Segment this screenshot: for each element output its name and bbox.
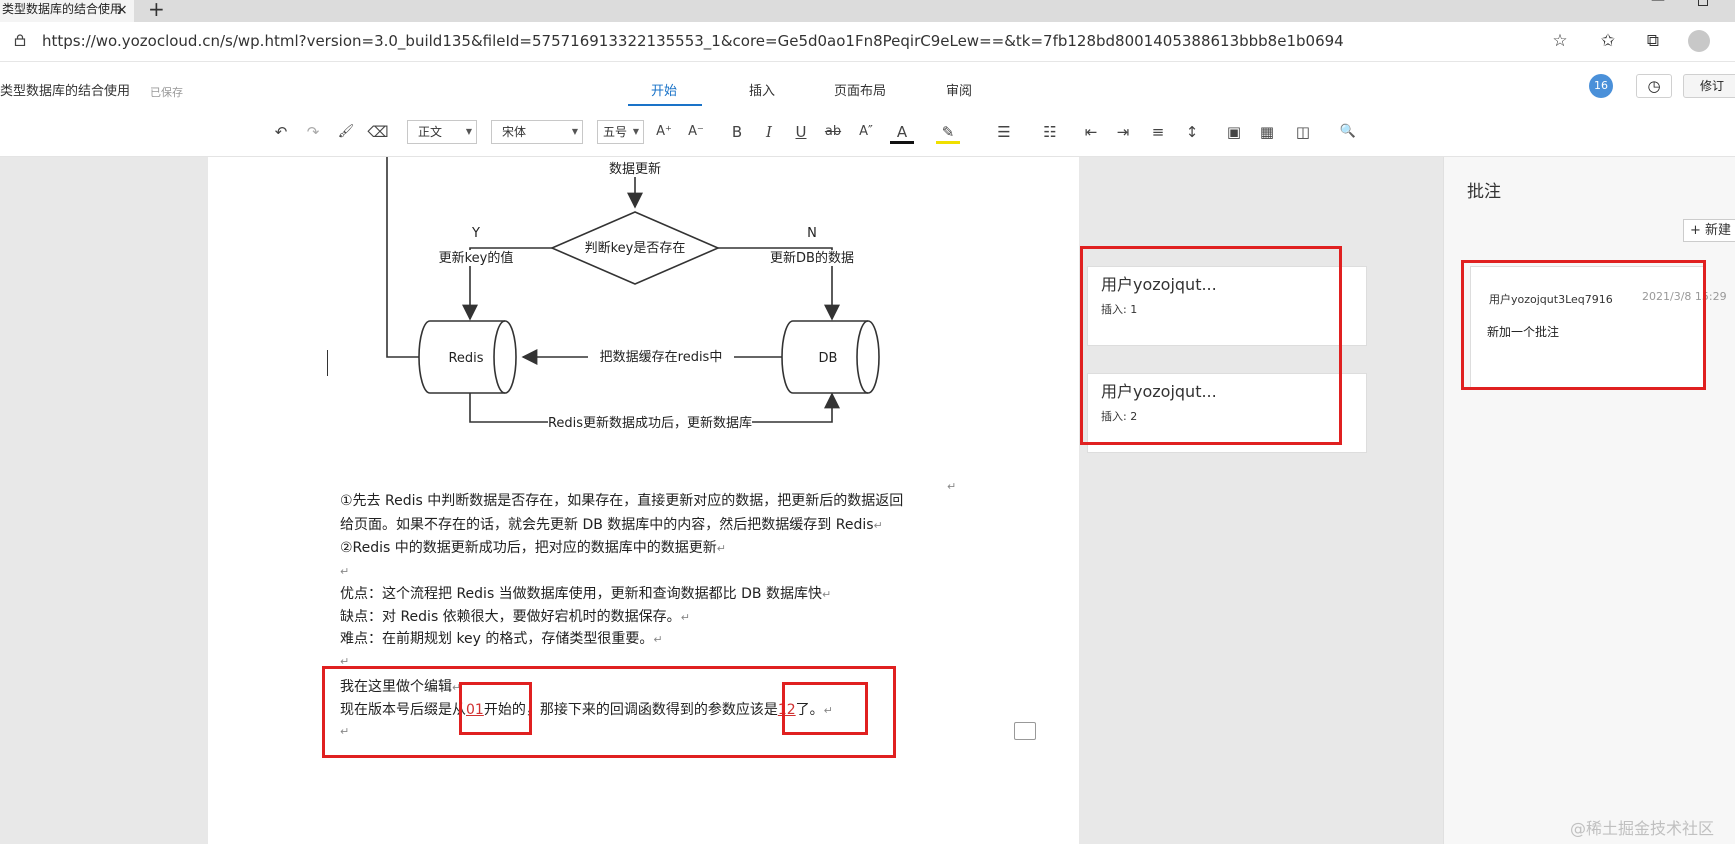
minimize-icon[interactable]: — (1651, 0, 1665, 8)
paragraph-2[interactable]: ②Redis 中的数据更新成功后，把对应的数据库中的数据更新↵ (340, 538, 726, 559)
flowchart-diagram: 数据更新 判断key是否存在 Y 更新key的值 N 更新DB的数据 Redis… (386, 157, 880, 431)
font-color-icon[interactable]: A (890, 120, 914, 144)
outdent-icon[interactable]: ⇤ (1080, 120, 1102, 144)
undo-icon[interactable]: ↶ (270, 120, 292, 144)
annotation-box-insert-1 (459, 682, 532, 735)
strikethrough-icon[interactable]: ab (821, 120, 845, 144)
clear-format-icon[interactable]: ⌫ (367, 120, 389, 144)
paragraph-mark: ↵ (680, 611, 690, 624)
paragraph-text: 缺点：对 Redis 依赖很大，要做好宕机时的数据保存。 (340, 609, 681, 625)
chevron-down-icon: ▼ (465, 127, 472, 136)
annotation-box-revisions (1080, 246, 1342, 445)
paragraph-text: 难点：在前期规划 key 的格式，存储类型很重要。 (340, 631, 654, 647)
chevron-down-icon: ▼ (632, 127, 639, 136)
shrink-font-icon[interactable]: A⁻ (684, 120, 708, 144)
url-text[interactable]: https://wo.yozocloud.cn/s/wp.html?versio… (42, 31, 1344, 51)
save-status: 已保存 (150, 86, 183, 99)
clock-icon: ◷ (1647, 77, 1661, 95)
label-no-action: 更新DB的数据 (770, 250, 854, 266)
line-spacing-icon[interactable]: ↕ (1180, 120, 1204, 144)
new-comment-button[interactable]: + 新建 (1683, 219, 1735, 242)
annotation-box-insert-2 (782, 682, 868, 735)
label-after-update: Redis更新数据成功后，更新数据库 (548, 415, 752, 431)
redo-icon[interactable]: ↷ (302, 120, 324, 144)
grow-font-icon[interactable]: A⁺ (652, 120, 676, 144)
bold-icon[interactable]: B (727, 120, 747, 144)
highlight-icon[interactable]: ✎ (936, 120, 960, 144)
favorites-icon[interactable]: ✩ (1597, 30, 1619, 52)
paragraph-text: 优点：这个流程把 Redis 当做数据库使用，更新和查询数据都比 DB 数据库快 (340, 586, 822, 602)
format-painter-icon[interactable]: 🖌 (335, 120, 357, 144)
paragraph-mark: ↵ (340, 565, 350, 578)
comments-panel-title: 批注 (1467, 182, 1501, 202)
chevron-down-icon: ▼ (571, 127, 578, 136)
new-tab-button[interactable]: + (148, 0, 165, 21)
paragraph-mark: ↵ (947, 480, 957, 493)
paragraph-mark: ↵ (716, 542, 727, 555)
label-cache: 把数据缓存在redis中 (600, 350, 723, 365)
profile-icon[interactable] (1688, 30, 1710, 52)
annotation-box-comment (1461, 260, 1706, 390)
document-title[interactable]: 类型数据库的结合使用 (0, 80, 130, 99)
paragraph-text: ②Redis 中的数据更新成功后，把对应的数据库中的数据更新 (340, 540, 717, 556)
paragraph-mark: ↵ (653, 633, 663, 646)
font-select[interactable]: 宋体 ▼ (491, 120, 583, 144)
label-update: 数据更新 (609, 161, 661, 177)
browser-tab-bar (0, 0, 1735, 22)
star-add-icon[interactable]: ☆ (1549, 30, 1571, 52)
paragraph-cons[interactable]: 缺点：对 Redis 依赖很大，要做好宕机时的数据保存。↵ (340, 607, 690, 628)
paragraph-mark: ↵ (873, 519, 883, 532)
watermark: @稀土掘金技术社区 (1570, 819, 1715, 838)
paragraph-pros[interactable]: 优点：这个流程把 Redis 当做数据库使用，更新和查询数据都比 DB 数据库快… (340, 584, 831, 605)
history-button[interactable]: ◷ (1636, 74, 1672, 98)
style-value: 正文 (418, 125, 443, 139)
paragraph-text: 给页面。如果不存在的话，就会先更新 DB 数据库中的内容，然后把数据缓存到 Re… (340, 517, 874, 533)
tab-review[interactable]: 审阅 (946, 80, 972, 99)
active-tab-indicator (628, 104, 702, 106)
revise-button[interactable]: 修订 (1683, 74, 1735, 98)
label-decision: 判断key是否存在 (585, 241, 686, 256)
browser-tab[interactable]: 类型数据库的结合使用 (0, 0, 134, 22)
size-select[interactable]: 五号 ▼ (597, 120, 644, 144)
label-yes-action: 更新key的值 (439, 250, 514, 266)
style-select[interactable]: 正文 ▼ (407, 120, 477, 144)
close-tab-icon[interactable]: × (116, 1, 128, 19)
text-cursor (327, 350, 328, 376)
tab-title: 类型数据库的结合使用 (2, 2, 123, 16)
maximize-icon[interactable] (1698, 0, 1708, 6)
label-redis: Redis (448, 351, 483, 366)
italic-icon[interactable]: I (759, 120, 779, 144)
label-yes: Y (471, 226, 480, 241)
font-value: 宋体 (502, 125, 527, 139)
collections-icon[interactable]: ⧉ (1642, 30, 1664, 52)
size-value: 五号 (603, 125, 628, 139)
label-no: N (807, 226, 817, 241)
insert-table-icon[interactable]: ▦ (1255, 120, 1279, 144)
align-icon[interactable]: ≡ (1146, 120, 1170, 144)
numbered-list-icon[interactable]: ☷ (1038, 120, 1062, 144)
tab-page-layout[interactable]: 页面布局 (834, 80, 886, 99)
insert-shape-icon[interactable]: ◫ (1291, 120, 1315, 144)
paragraph-1b[interactable]: 给页面。如果不存在的话，就会先更新 DB 数据库中的内容，然后把数据缓存到 Re… (340, 515, 883, 536)
tab-start[interactable]: 开始 (651, 80, 677, 99)
label-db: DB (819, 351, 838, 366)
indent-icon[interactable]: ⇥ (1112, 120, 1134, 144)
comment-bubble-icon[interactable] (1014, 722, 1036, 740)
bullet-list-icon[interactable]: ☰ (992, 120, 1016, 144)
paragraph-text: ①先去 Redis 中判断数据是否存在，如果存在，直接更新对应的数据，把更新后的… (340, 493, 904, 509)
paragraph-hard[interactable]: 难点：在前期规划 key 的格式，存储类型很重要。↵ (340, 629, 663, 650)
paragraph-1a[interactable]: ①先去 Redis 中判断数据是否存在，如果存在，直接更新对应的数据，把更新后的… (340, 491, 903, 511)
superscript-icon[interactable]: A″ (853, 120, 879, 144)
lock-icon[interactable] (14, 34, 26, 46)
search-icon[interactable]: 🔍 (1336, 120, 1360, 144)
underline-icon[interactable]: U (791, 120, 811, 144)
tab-insert[interactable]: 插入 (749, 80, 775, 99)
paragraph-mark: ↵ (821, 588, 832, 601)
comment-count-badge[interactable]: 16 (1589, 74, 1613, 98)
insert-image-icon[interactable]: ▣ (1223, 120, 1245, 144)
loop-line (386, 157, 420, 358)
